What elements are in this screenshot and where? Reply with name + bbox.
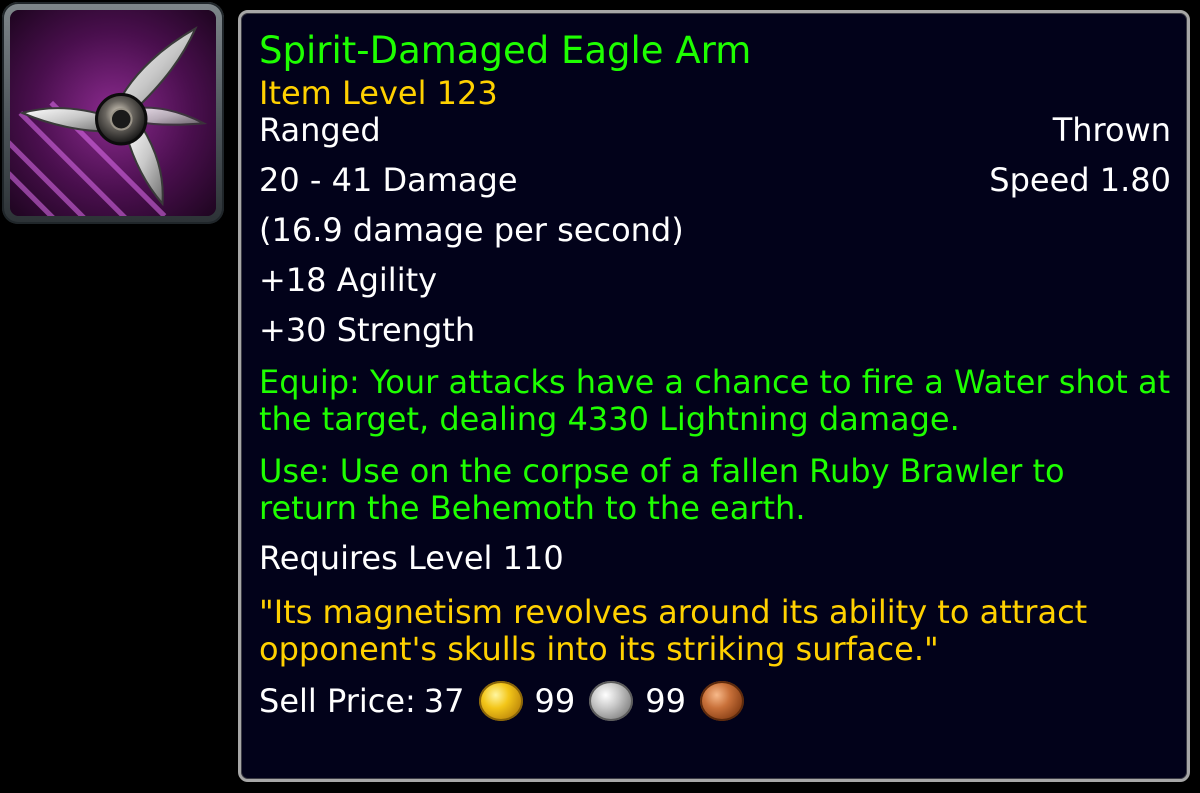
stat-agility: +18 Agility [259,261,438,299]
item-dps: (16.9 damage per second) [259,211,684,249]
sell-copper-amount: 99 [645,681,686,720]
silver-coin-icon [589,681,634,721]
item-damage: 20 - 41 Damage [259,161,518,199]
slot-row: Ranged Thrown [259,112,1171,149]
copper-coin-icon [699,681,744,721]
use-effect: Use: Use on the corpse of a fallen Ruby … [259,452,1065,527]
throwing-star-icon [10,10,216,216]
sell-silver-amount: 99 [534,681,576,720]
flavor-text: "Its magnetism revolves around its abili… [259,593,1088,668]
stat-strength: +30 Strength [259,311,476,349]
required-level: Requires Level 110 [259,539,564,577]
item-name: Spirit-Damaged Eagle Arm [259,29,752,72]
gold-coin-icon [478,681,523,721]
sell-price: Sell Price: 37 99 99 [259,681,1171,721]
item-icon-frame[interactable] [2,2,224,224]
item-speed: Speed 1.80 [989,161,1171,199]
item-tooltip: Spirit-Damaged Eagle Arm Item Level 123 … [238,10,1190,782]
item-level: Item Level 123 [259,74,498,112]
item-type: Thrown [1052,111,1171,149]
item-icon-inner [10,10,216,216]
item-slot: Ranged [259,111,381,149]
equip-effect: Equip: Your attacks have a chance to fir… [259,363,1171,438]
damage-row: 20 - 41 Damage Speed 1.80 [259,162,1171,199]
sell-price-label: Sell Price: [259,681,416,720]
sell-gold-amount: 37 [423,681,465,720]
